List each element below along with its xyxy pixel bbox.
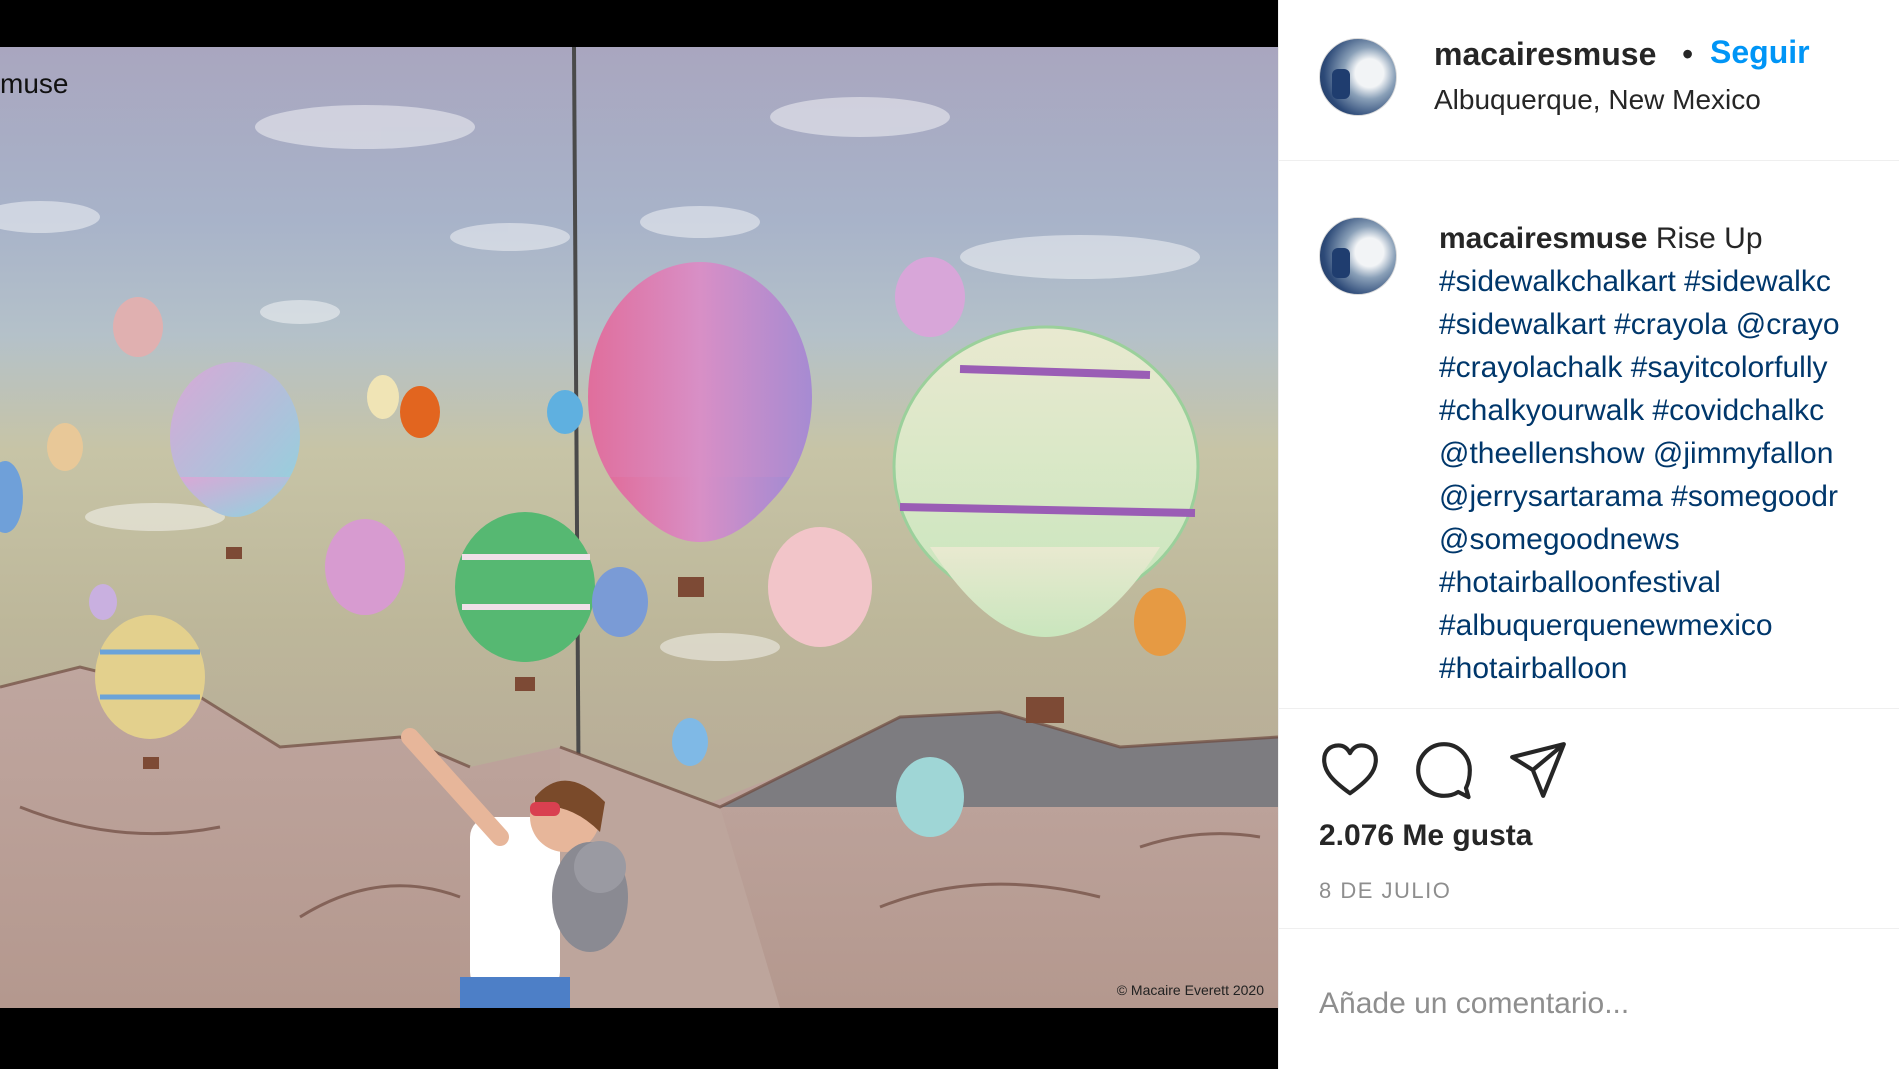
hashtag-line[interactable]: #chalkyourwalk #covidchalkc [1439,389,1899,432]
location-link[interactable]: Albuquerque, New Mexico [1434,84,1761,116]
chalk-art-image [0,47,1278,1008]
follow-button[interactable]: Seguir [1710,34,1810,71]
comment-input[interactable] [1319,980,1879,1028]
likes-count[interactable]: 2.076 Me gusta [1319,819,1532,853]
mention-line[interactable]: @theellenshow @jimmyfallon [1439,432,1899,475]
post-side-panel: macairesmuse • Seguir Albuquerque, New M… [1278,0,1899,1069]
hashtag-line[interactable]: #sidewalkart #crayola @crayo [1439,303,1899,346]
hashtag-line[interactable]: #hotairballoonfestival [1439,561,1899,604]
hashtag-line[interactable]: #hotairballoon [1439,647,1899,690]
hashtag-line[interactable]: #albuquerquenewmexico [1439,604,1899,647]
caption-text: macairesmuse Rise Up #sidewalkchalkart #… [1439,217,1899,690]
photo-username-overlay: muse [0,68,69,99]
paper-plane-icon[interactable] [1507,739,1569,801]
post-header: macairesmuse • Seguir Albuquerque, New M… [1279,0,1899,161]
caption-title: Rise Up [1655,222,1763,255]
hashtag-line[interactable]: #crayolachalk #sayitcolorfully [1439,346,1899,389]
caption-avatar[interactable] [1319,217,1397,295]
header-username[interactable]: macairesmuse [1434,36,1656,73]
heart-icon[interactable] [1319,739,1381,801]
post-actions: 2.076 Me gusta 8 DE JULIO [1279,709,1899,929]
caption-username[interactable]: macairesmuse [1439,222,1647,255]
photo-copyright: © Macaire Everett 2020 [1116,982,1264,998]
caption-area: macairesmuse Rise Up #sidewalkchalkart #… [1279,161,1899,709]
separator-dot: • [1682,36,1694,72]
comment-bubble-icon[interactable] [1413,739,1475,801]
post-photo[interactable] [0,47,1278,1008]
mention-line[interactable]: @somegoodnews [1439,518,1899,561]
post-date[interactable]: 8 DE JULIO [1319,878,1451,904]
avatar[interactable] [1319,38,1397,116]
post-media: muse © Macaire Everett 2020 [0,0,1278,1069]
hashtag-line[interactable]: #sidewalkchalkart #sidewalkc [1439,260,1899,303]
mention-line[interactable]: @jerrysartarama #somegoodr [1439,475,1899,518]
